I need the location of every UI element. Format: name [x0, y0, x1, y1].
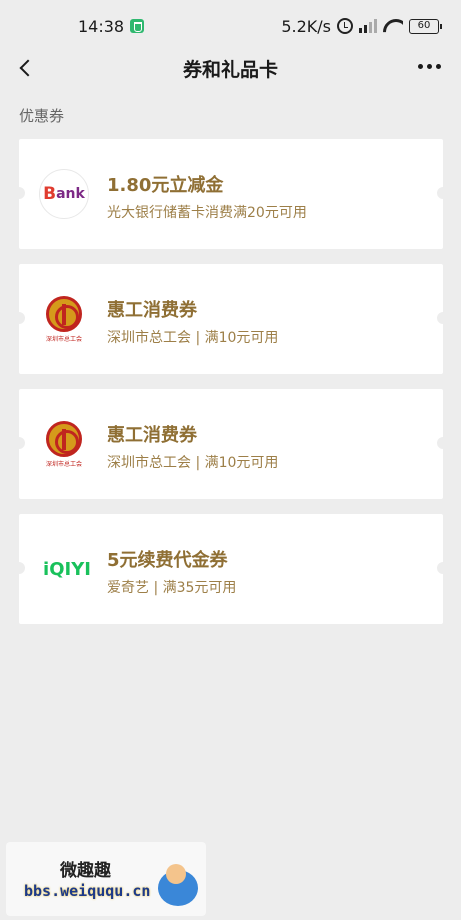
union-emblem-icon: [46, 295, 82, 332]
coupon-subtitle: 深圳市总工会 | 满10元可用: [107, 455, 279, 471]
mascot-icon: [158, 864, 198, 906]
coupon-title: 惠工消费券: [107, 300, 197, 321]
alarm-icon: [337, 18, 353, 34]
iqiyi-logo-text: iQIYI: [43, 558, 91, 580]
back-button[interactable]: [12, 54, 40, 82]
section-label-coupons: 优惠券: [19, 107, 65, 125]
watermark-url: bbs.weiququ.cn: [24, 882, 151, 900]
bank-logo: Bank: [39, 169, 89, 219]
coupon-title: 惠工消费券: [107, 425, 197, 446]
status-bar: 14:38 5.2K/s 60: [0, 0, 461, 52]
more-button[interactable]: [418, 60, 441, 73]
shield-icon: [130, 19, 145, 33]
more-dot: [436, 64, 441, 69]
watermark-name: 微趣趣: [60, 861, 111, 881]
coupon-subtitle: 光大银行储蓄卡消费满20元可用: [107, 205, 307, 221]
coupon-card[interactable]: Bank 1.80元立减金 光大银行储蓄卡消费满20元可用: [13, 139, 449, 249]
wifi-icon: [383, 19, 403, 33]
watermark: 微趣趣 bbs.weiququ.cn: [6, 842, 206, 916]
coupon-list: Bank 1.80元立减金 光大银行储蓄卡消费满20元可用 深圳市总工会 惠工消…: [13, 139, 449, 639]
signal-icon: [359, 19, 377, 33]
coupon-card[interactable]: iQIYI 5元续费代金券 爱奇艺 | 满35元可用: [13, 514, 449, 624]
chevron-left-icon: [19, 59, 37, 77]
status-right: 5.2K/s 60: [281, 16, 442, 36]
bank-logo-ank: ank: [56, 186, 85, 202]
union-logo-text: 深圳市总工会: [45, 460, 82, 468]
coupon-title: 5元续费代金券: [107, 550, 228, 571]
more-dots-icon: [418, 64, 423, 69]
iqiyi-logo: iQIYI: [39, 544, 95, 594]
union-emblem-icon: [46, 420, 82, 457]
coupon-subtitle: 深圳市总工会 | 满10元可用: [107, 330, 279, 346]
union-logo-text: 深圳市总工会: [45, 335, 82, 343]
page-title: 券和礼品卡: [182, 58, 278, 81]
bank-logo-b: B: [43, 184, 57, 204]
coupon-title: 1.80元立减金: [107, 175, 224, 196]
nav-bar: 券和礼品卡: [0, 52, 461, 84]
trade-union-logo: 深圳市总工会: [39, 294, 89, 344]
coupon-card[interactable]: 深圳市总工会 惠工消费券 深圳市总工会 | 满10元可用: [13, 389, 449, 499]
coupon-card[interactable]: 深圳市总工会 惠工消费券 深圳市总工会 | 满10元可用: [13, 264, 449, 374]
trade-union-logo: 深圳市总工会: [39, 419, 89, 469]
status-time: 14:38: [78, 16, 125, 36]
status-left: 14:38: [78, 16, 145, 36]
battery-icon: 60: [409, 18, 442, 34]
coupon-subtitle: 爱奇艺 | 满35元可用: [107, 580, 237, 596]
network-speed: 5.2K/s: [281, 16, 331, 36]
more-dot: [427, 64, 432, 69]
